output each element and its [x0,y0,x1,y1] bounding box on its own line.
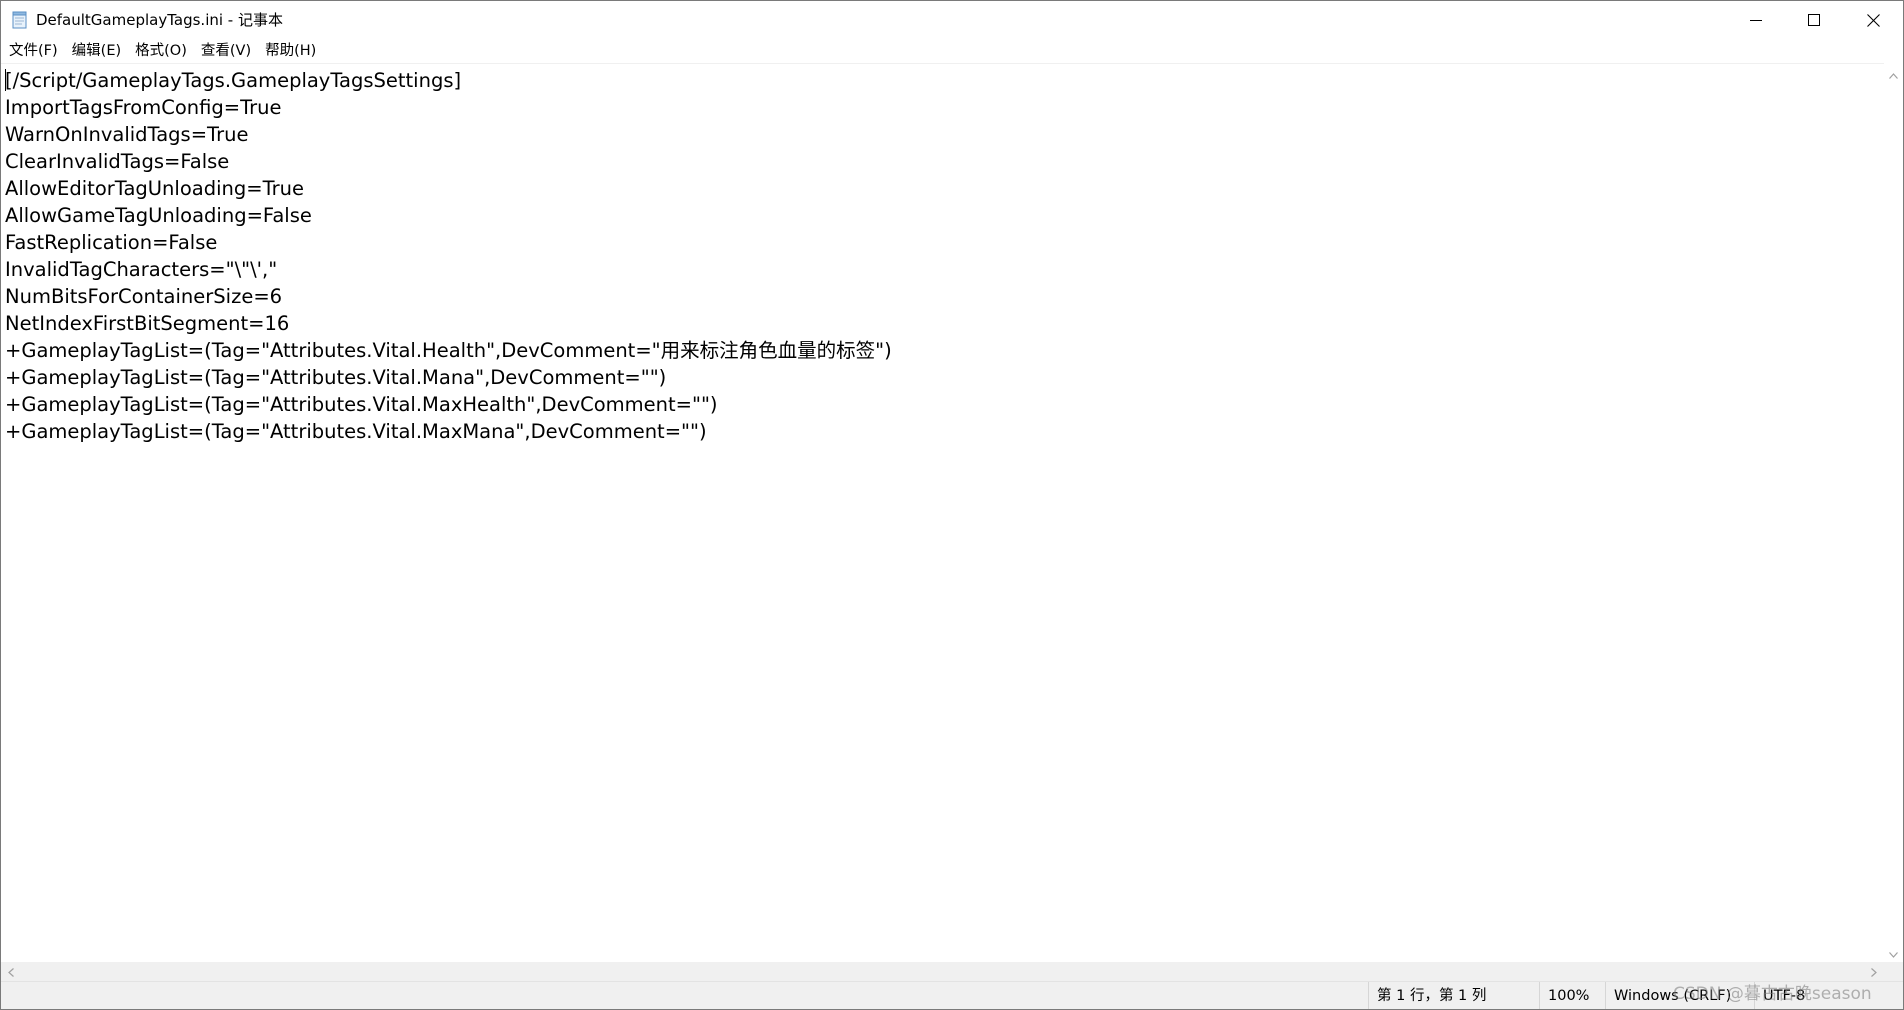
maximize-button[interactable] [1785,1,1843,39]
watermark: CSDN @暮古古晚season [1673,984,1872,1004]
menu-file[interactable]: 文件(F) [3,39,64,63]
scroll-up-button[interactable] [1884,63,1903,83]
close-icon [1866,13,1880,27]
editor-lines: [/Script/GameplayTags.GameplayTagsSettin… [5,67,892,445]
editor-line: WarnOnInvalidTags=True [5,123,249,146]
menu-bar: 文件(F) 编辑(E) 格式(O) 查看(V) 帮助(H) [1,39,1903,63]
menu-format[interactable]: 格式(O) [129,39,193,63]
close-button[interactable] [1844,1,1902,39]
editor-line: +GameplayTagList=(Tag="Attributes.Vital.… [5,393,718,416]
editor-line: AllowGameTagUnloading=False [5,204,312,227]
notepad-window: DefaultGameplayTags.ini - 记事本 文件(F) 编辑(E… [0,0,1904,1010]
vertical-scrollbar[interactable] [1884,63,1903,962]
chevron-left-icon [8,962,14,981]
editor-line: +GameplayTagList=(Tag="Attributes.Vital.… [5,366,667,389]
status-zoom: 100% [1539,982,1605,1009]
chevron-up-icon [1889,64,1898,83]
editor-line: +GameplayTagList=(Tag="Attributes.Vital.… [5,420,707,443]
editor-line: NumBitsForContainerSize=6 [5,285,283,308]
chevron-down-icon [1889,943,1898,962]
status-cursor-position: 第 1 行，第 1 列 [1368,982,1539,1009]
text-editor[interactable]: [/Script/GameplayTags.GameplayTagsSettin… [1,63,1884,963]
editor-line: NetIndexFirstBitSegment=16 [5,312,290,335]
chevron-right-icon [1871,962,1877,981]
scrollbar-corner [1884,962,1903,981]
scroll-down-button[interactable] [1884,942,1903,962]
menu-help[interactable]: 帮助(H) [259,39,322,63]
title-bar[interactable]: DefaultGameplayTags.ini - 记事本 [1,1,1903,39]
minimize-button[interactable] [1727,1,1785,39]
editor-line: AllowEditorTagUnloading=True [5,177,304,200]
maximize-icon [1808,14,1820,26]
editor-line: FastReplication=False [5,231,218,254]
editor-line: InvalidTagCharacters="\"\'," [5,258,278,281]
status-bar: 第 1 行，第 1 列 100% Windows (CRLF) UTF-8 [1,981,1903,1009]
menu-view[interactable]: 查看(V) [195,39,257,63]
notepad-icon [12,11,28,29]
scroll-left-button[interactable] [1,962,21,981]
window-title: DefaultGameplayTags.ini - 记事本 [36,11,283,29]
editor-line: ClearInvalidTags=False [5,150,230,173]
editor-line: +GameplayTagList=(Tag="Attributes.Vital.… [5,339,892,362]
minimize-icon [1750,14,1762,26]
horizontal-scrollbar[interactable] [1,962,1884,981]
editor-line: [/Script/GameplayTags.GameplayTagsSettin… [5,69,462,92]
menu-edit[interactable]: 编辑(E) [66,39,127,63]
editor-line: ImportTagsFromConfig=True [5,96,282,119]
